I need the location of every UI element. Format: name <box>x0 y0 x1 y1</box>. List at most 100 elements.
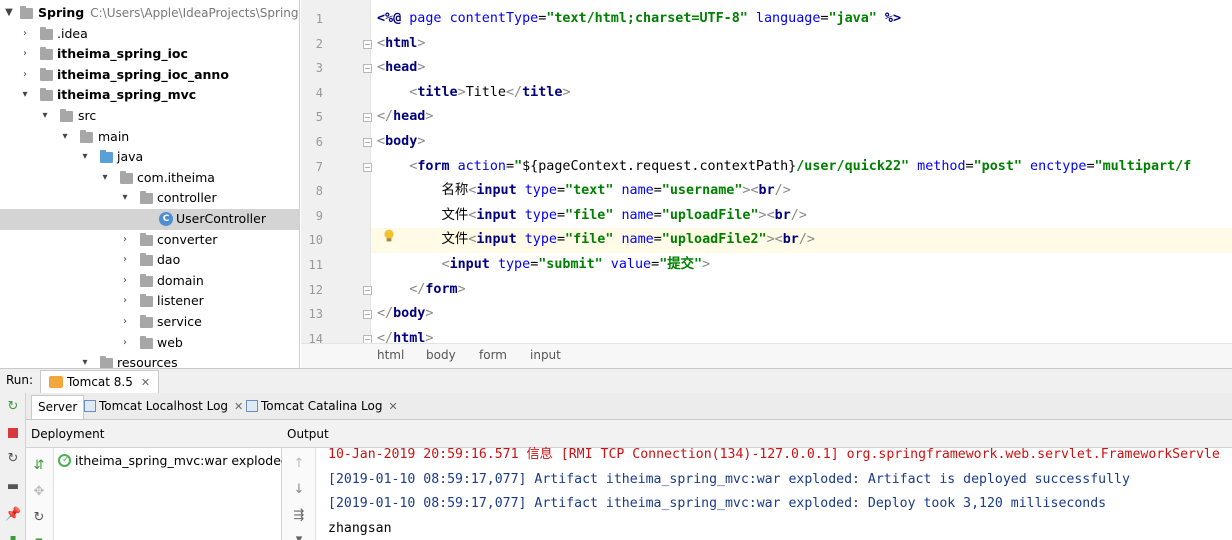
redeploy-icon[interactable]: ↻ <box>31 510 47 526</box>
line-number[interactable]: 8 <box>301 179 323 204</box>
chevron-right-icon[interactable]: › <box>120 271 130 292</box>
tree-item-web[interactable]: › web <box>0 333 299 354</box>
chevron-down-icon[interactable]: ▼ <box>4 3 14 24</box>
chevron-down-icon[interactable]: ▾ <box>100 168 110 189</box>
tree-item-listener[interactable]: › listener <box>0 291 299 312</box>
code-line[interactable]: </body> <box>377 302 433 327</box>
code-line[interactable]: <input type="submit" value="提交"> <box>377 253 711 278</box>
pin-icon[interactable]: 📌 <box>5 507 21 523</box>
arrow-up-icon[interactable]: ↑ <box>291 456 307 472</box>
run-config-tab[interactable]: Tomcat 8.5 ✕ <box>40 370 160 394</box>
fold-marker-icon[interactable]: − <box>363 64 372 74</box>
soft-wrap-icon[interactable]: ⇶ <box>291 508 307 524</box>
refresh-icon[interactable]: ↻ <box>5 451 21 467</box>
output-panel[interactable]: Output ↑ ↓ ⇶ ▾ 10-Jan-2019 20:59:16.571 … <box>282 420 1232 540</box>
lightbulb-icon[interactable] <box>383 229 395 243</box>
chevron-right-icon[interactable]: › <box>120 333 130 354</box>
line-number[interactable]: 10 <box>301 228 323 253</box>
chevron-right-icon[interactable]: › <box>20 44 30 65</box>
tree-item-resources[interactable]: ▾ resources <box>0 353 299 368</box>
breadcrumb-body[interactable]: body <box>426 348 456 362</box>
breadcrumb-input[interactable]: input <box>530 348 561 362</box>
line-number[interactable]: 12 <box>301 278 323 303</box>
tree-item-ioc-anno[interactable]: › itheima_spring_ioc_anno <box>0 65 299 86</box>
tab-tomcat-catalina-log[interactable]: Tomcat Catalina Log ✕ <box>240 395 404 419</box>
chevron-right-icon[interactable]: › <box>120 250 130 271</box>
chevron-down-icon[interactable]: ▾ <box>120 188 130 209</box>
chevron-right-icon[interactable]: › <box>20 65 30 86</box>
tree-item-ioc[interactable]: › itheima_spring_ioc <box>0 44 299 65</box>
rerun-icon[interactable]: ↻ <box>5 399 21 415</box>
more-icon[interactable]: ▪ <box>5 531 21 540</box>
line-number[interactable]: 6 <box>301 130 323 155</box>
chevron-right-icon[interactable]: › <box>120 312 130 333</box>
fold-marker-icon[interactable]: − <box>363 113 372 123</box>
artifact-icon[interactable]: ▪ <box>31 534 47 540</box>
tree-item-controller[interactable]: ▾ controller <box>0 188 299 209</box>
breadcrumb-html[interactable]: html <box>377 348 404 362</box>
arrow-down-icon[interactable]: ↓ <box>291 482 307 498</box>
line-number[interactable]: 13 <box>301 302 323 327</box>
tree-item-dao[interactable]: › dao <box>0 250 299 271</box>
chevron-right-icon[interactable]: › <box>20 24 30 45</box>
fold-marker-icon[interactable]: − <box>363 162 372 172</box>
deployment-item[interactable]: ✓ itheima_spring_mvc:war exploded <box>58 453 289 468</box>
close-icon[interactable]: ✕ <box>141 376 150 389</box>
layout-icon[interactable]: ▬ <box>5 479 21 495</box>
tree-item-mvc[interactable]: ▾ itheima_spring_mvc <box>0 85 299 106</box>
code-line[interactable]: 文件<input type="file" name="uploadFile"><… <box>377 204 806 229</box>
line-number[interactable]: 1 <box>301 7 323 32</box>
code-line[interactable]: <%@ page contentType="text/html;charset=… <box>377 7 901 32</box>
chevron-down-icon[interactable]: ▾ <box>20 85 30 106</box>
chevron-down-icon[interactable]: ▾ <box>80 147 90 168</box>
fold-marker-icon[interactable]: − <box>363 310 372 320</box>
tree-item-usercontroller[interactable]: C UserController <box>0 209 299 230</box>
scroll-end-icon[interactable]: ▾ <box>291 532 307 540</box>
code-line[interactable]: <head> <box>377 56 425 81</box>
chevron-down-icon[interactable]: ▾ <box>80 353 90 368</box>
line-number[interactable]: 3 <box>301 56 323 81</box>
code-line[interactable]: <body> <box>377 130 425 155</box>
chevron-down-icon[interactable]: ▾ <box>40 106 50 127</box>
code-line[interactable]: 文件<input type="file" name="uploadFile2">… <box>377 228 814 253</box>
fold-marker-icon[interactable]: − <box>363 285 372 295</box>
code-line[interactable]: <form action="${pageContext.request.cont… <box>377 155 1191 180</box>
code-editor[interactable]: 1 2 3 4 5 6 7 8 9 10 11 12 13 14− − − − − − − − <%@ page con… <box>301 0 1232 368</box>
chevron-down-icon[interactable]: ▾ <box>60 127 70 148</box>
tab-server[interactable]: Server <box>31 395 85 419</box>
tree-item-converter[interactable]: › converter <box>0 230 299 251</box>
code-line[interactable]: </head> <box>377 105 433 130</box>
tree-item-src[interactable]: ▾ src <box>0 106 299 127</box>
fold-marker-icon[interactable]: − <box>363 39 372 49</box>
line-number[interactable]: 11 <box>301 253 323 278</box>
chevron-right-icon[interactable]: › <box>120 230 130 251</box>
line-number[interactable]: 2 <box>301 32 323 57</box>
editor-gutter[interactable]: 1 2 3 4 5 6 7 8 9 10 11 12 13 14− − − − − − − − <box>301 0 372 346</box>
stop-icon[interactable] <box>5 425 21 441</box>
line-number[interactable]: 4 <box>301 81 323 106</box>
code-token: head <box>393 109 426 125</box>
deploy-icon[interactable]: ⇵ <box>31 458 47 474</box>
tree-item-idea[interactable]: › .idea <box>0 24 299 45</box>
code-line[interactable]: 名称<input type="text" name="username"><br… <box>377 179 790 204</box>
tree-item-com-itheima[interactable]: ▾ com.itheima <box>0 168 299 189</box>
line-number[interactable]: 7 <box>301 155 323 180</box>
undeploy-icon[interactable]: ✥ <box>31 484 47 500</box>
tree-item-service[interactable]: › service <box>0 312 299 333</box>
line-number[interactable]: 9 <box>301 204 323 229</box>
tree-root[interactable]: ▼ Spring C:\Users\Apple\IdeaProjects\Spri… <box>0 3 299 24</box>
tab-tomcat-localhost-log[interactable]: Tomcat Localhost Log ✕ <box>78 395 249 419</box>
fold-marker-icon[interactable]: − <box>363 138 372 147</box>
tree-item-java[interactable]: ▾ java <box>0 147 299 168</box>
code-line[interactable]: </form> <box>377 278 465 303</box>
line-number[interactable]: 5 <box>301 105 323 130</box>
chevron-right-icon[interactable]: › <box>120 291 130 312</box>
tree-item-main[interactable]: ▾ main <box>0 127 299 148</box>
code-line[interactable]: <html> <box>377 32 425 57</box>
tree-item-domain[interactable]: › domain <box>0 271 299 292</box>
close-icon[interactable]: ✕ <box>388 400 397 413</box>
code-token: "username" <box>661 183 743 199</box>
code-line[interactable]: <title>Title</title> <box>377 81 570 106</box>
breadcrumb-form[interactable]: form <box>479 348 507 362</box>
